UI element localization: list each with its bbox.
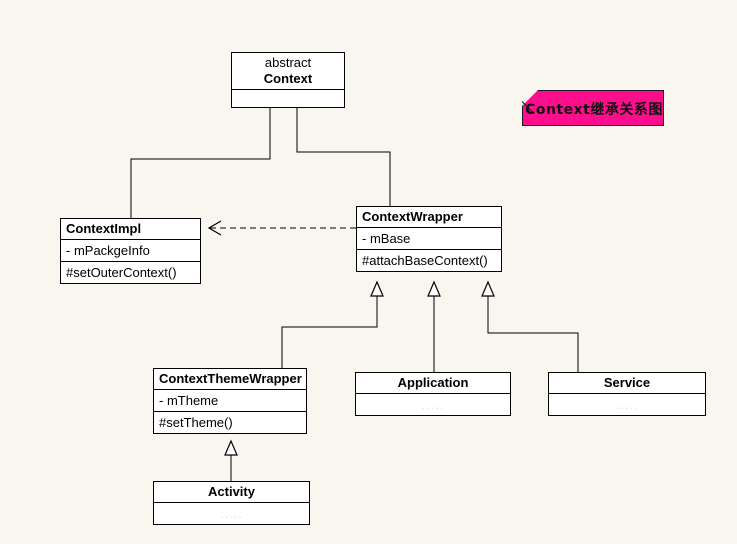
class-members-service: ..... <box>615 397 639 412</box>
class-box-contextthemewrapper[interactable]: ContextThemeWrapper - mTheme #setTheme() <box>153 368 307 434</box>
class-attribute-contextimpl: - mPackgeInfo <box>61 240 200 262</box>
class-name-context: abstract Context <box>232 53 344 90</box>
class-operation-contextimpl: #setOuterContext() <box>66 265 177 280</box>
arrowhead-dependency-open <box>207 220 222 236</box>
class-box-application[interactable]: Application ..... <box>355 372 511 416</box>
class-title-application: Application <box>356 373 510 394</box>
class-box-contextimpl[interactable]: ContextImpl - mPackgeInfo #setOuterConte… <box>60 218 201 284</box>
class-title-context: Context <box>263 71 313 86</box>
edge-service-contextwrapper <box>487 296 579 372</box>
class-box-context[interactable]: abstract Context <box>231 52 345 108</box>
class-box-contextwrapper[interactable]: ContextWrapper - mBase #attachBaseContex… <box>356 206 502 272</box>
class-box-activity[interactable]: Activity ..... <box>153 481 310 525</box>
note-label: Context继承关系图 <box>525 102 663 118</box>
edge-ctw-contextwrapper <box>281 296 378 368</box>
class-title-activity: Activity <box>154 482 309 503</box>
uml-diagram-canvas: Context (generalization, elbow) --> Cont… <box>0 0 737 544</box>
class-attribute-contextwrapper: - mBase <box>357 228 501 250</box>
arrowhead-generalization-ctw <box>224 439 238 456</box>
class-operation-contextthemewrapper: #setTheme() <box>159 415 233 430</box>
arrowhead-generalization-cw-left <box>370 280 384 297</box>
class-members-application: ..... <box>421 397 445 412</box>
class-stereotype-context: abstract <box>264 55 312 70</box>
class-attribute-contextthemewrapper: - mTheme <box>154 390 306 412</box>
class-members-context <box>232 90 344 107</box>
edge-contextwrapper-context <box>296 107 391 206</box>
class-title-contextthemewrapper: ContextThemeWrapper <box>154 369 306 390</box>
diagram-title-note[interactable]: Context继承关系图 <box>522 90 664 126</box>
edge-contextimpl-context <box>130 107 271 218</box>
arrowhead-generalization-cw-mid <box>427 280 441 297</box>
class-operation-contextwrapper: #attachBaseContext() <box>362 253 488 268</box>
class-box-service[interactable]: Service ..... <box>548 372 706 416</box>
arrowhead-generalization-cw-right <box>481 280 495 297</box>
class-title-contextimpl: ContextImpl <box>61 219 200 240</box>
class-title-contextwrapper: ContextWrapper <box>357 207 501 228</box>
class-members-activity: ..... <box>219 506 244 521</box>
class-title-service: Service <box>549 373 705 394</box>
